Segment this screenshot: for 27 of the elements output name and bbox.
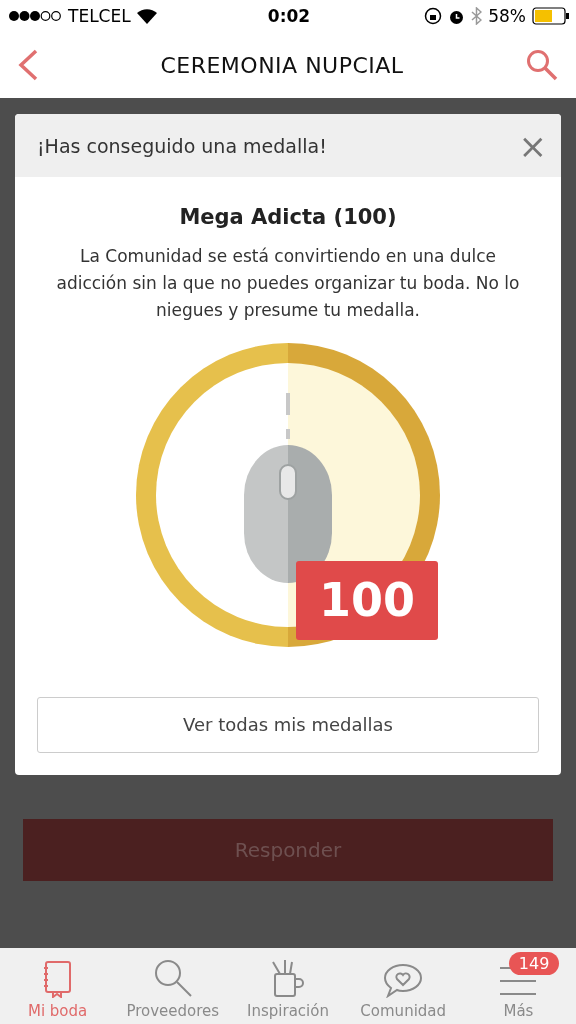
tab-bar-item[interactable]: Mi boda <box>0 948 116 1024</box>
clock-time: 0:02 <box>267 6 311 26</box>
medal-description: La Comunidad se está convirtiendo en una dulce adicción sin la que no puedes organizar tu boda. No lo niegues y presume tu medalla. <box>55 245 521 323</box>
search-icon <box>152 958 193 998</box>
close-button[interactable]: × <box>518 128 547 163</box>
tab-bar-item[interactable]: Inspiración <box>230 948 346 1024</box>
tab-bar-item[interactable]: Comunidad <box>345 948 461 1024</box>
wifi-icon <box>136 8 157 24</box>
tab-bar-item[interactable]: Más 149 <box>460 948 576 1024</box>
medal-count-label: 100 <box>296 560 438 640</box>
rotation-lock-icon <box>424 7 443 25</box>
page-title: CEREMONIA NUPCIAL <box>160 52 404 78</box>
search-icon[interactable] <box>526 49 558 81</box>
notebook-icon <box>42 960 73 998</box>
heart-speech-bubble-icon <box>383 962 424 998</box>
bluetooth-icon <box>471 7 483 25</box>
battery-icon <box>532 7 570 25</box>
signal-icon <box>8 10 62 22</box>
back-icon[interactable] <box>18 49 38 81</box>
tab-bar-item[interactable]: Proveedores <box>115 948 231 1024</box>
dialog-header-text: ¡Has conseguido una medalla! <box>37 134 327 157</box>
view-medals-button[interactable]: Ver todas mis medallas <box>37 696 539 753</box>
carrier-name: TELCEL <box>68 6 131 26</box>
pencil-cup-icon <box>271 958 305 998</box>
notification-count: 149 <box>508 952 560 975</box>
battery-percent: 58% <box>488 6 526 26</box>
medal-title: Mega Adicta (100) <box>179 205 397 229</box>
